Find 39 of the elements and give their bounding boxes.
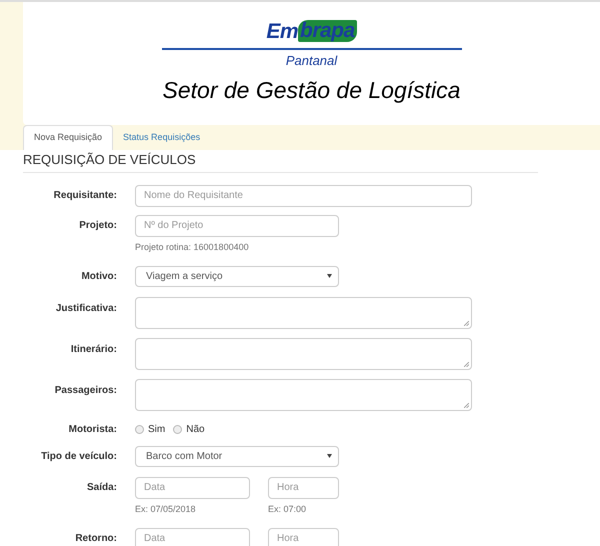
field-label: Itinerário: <box>70 342 118 356</box>
section-heading: REQUISIÇÃO DE VEÍCULOS <box>23 150 538 172</box>
time-field[interactable]: Hora <box>268 528 339 546</box>
radio-button[interactable] <box>135 425 144 434</box>
field-label: Saída: <box>86 481 118 495</box>
resize-handle-icon <box>464 320 469 326</box>
tab[interactable]: Nova Requisição <box>23 125 114 150</box>
logo-subtitle: Pantanal <box>286 52 338 70</box>
dropdown[interactable]: Viagem a serviço <box>135 266 339 286</box>
radio-label: Sim <box>148 423 166 437</box>
resize-handle-icon <box>464 402 469 408</box>
text-field[interactable]: Nº do Projeto <box>135 214 339 236</box>
field-label: Motivo: <box>80 270 118 284</box>
date-field[interactable]: Data <box>135 528 250 546</box>
field-label: Motorista: <box>68 423 118 437</box>
help-text: Ex: 07:00 <box>268 502 308 516</box>
text-area[interactable] <box>135 296 472 328</box>
field-label: Projeto: <box>78 219 118 233</box>
field-label: Tipo de veículo: <box>40 450 118 464</box>
tab[interactable]: Status Requisições <box>113 125 210 150</box>
caret-icon <box>327 454 332 458</box>
field-label: Passageiros: <box>54 384 118 398</box>
text-field[interactable]: Nome do Requisitante <box>135 184 472 206</box>
logo: Embrapa <box>266 20 357 42</box>
caret-icon <box>327 274 332 278</box>
help-text: Projeto rotina: 16001800400 <box>135 240 250 254</box>
radio-button[interactable] <box>173 425 182 434</box>
help-text: Ex: 07/05/2018 <box>135 502 197 516</box>
resize-handle-icon <box>464 362 469 366</box>
text-area[interactable] <box>135 378 472 410</box>
text-area[interactable] <box>135 338 472 370</box>
field-label: Requisitante: <box>52 189 118 203</box>
dropdown[interactable]: Barco com Motor <box>135 446 339 466</box>
field-label: Retorno: <box>74 532 118 546</box>
field-label: Justificativa: <box>54 302 118 316</box>
page-title: Setor de Gestão de Logística <box>162 76 460 105</box>
time-field[interactable]: Hora <box>268 476 339 498</box>
radio-label: Não <box>186 423 205 437</box>
date-field[interactable]: Data <box>135 476 250 498</box>
